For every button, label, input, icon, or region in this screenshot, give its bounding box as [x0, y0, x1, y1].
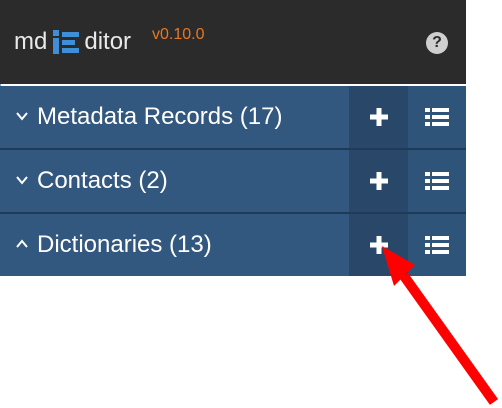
panel-header-contacts[interactable]: Contacts (2)	[0, 150, 349, 212]
app-page: md ditor v0.10.0 ? Metadata Records (17)	[0, 0, 502, 408]
list-icon	[425, 236, 449, 254]
plus-icon	[369, 172, 388, 190]
add-contact-button[interactable]	[349, 150, 408, 212]
panel-dictionaries: Dictionaries (13)	[0, 214, 466, 276]
app-version: v0.10.0	[152, 26, 205, 43]
app-brand[interactable]: md ditor	[14, 28, 131, 56]
panel-header-dictionaries[interactable]: Dictionaries (13)	[0, 214, 349, 276]
add-record-button[interactable]	[349, 86, 408, 148]
arrow-shaft	[399, 273, 499, 405]
panel-contacts: Contacts (2)	[0, 150, 466, 212]
list-contacts-button[interactable]	[408, 150, 466, 212]
list-icon	[425, 172, 449, 190]
chevron-up-icon	[16, 239, 28, 248]
panel-label: Contacts (2)	[37, 167, 168, 194]
app-header: md ditor v0.10.0 ?	[0, 0, 466, 84]
brand-md-text: md	[14, 28, 48, 55]
list-records-button[interactable]	[408, 86, 466, 148]
plus-icon	[369, 108, 388, 126]
panel-label: Metadata Records (17)	[37, 103, 283, 130]
brand-ditor-text: ditor	[84, 28, 132, 55]
panel-metadata-records: Metadata Records (17)	[0, 86, 466, 148]
add-dictionary-button[interactable]	[349, 214, 408, 276]
panel-label: Dictionaries (13)	[37, 231, 212, 258]
list-icon	[425, 108, 449, 126]
chevron-down-icon	[16, 176, 28, 185]
plus-icon	[369, 236, 388, 254]
list-dictionaries-button[interactable]	[408, 214, 466, 276]
brand-editor-icon	[53, 28, 80, 56]
help-icon[interactable]: ?	[426, 32, 448, 54]
chevron-down-icon	[16, 112, 28, 121]
panel-header-metadata-records[interactable]: Metadata Records (17)	[0, 86, 349, 148]
